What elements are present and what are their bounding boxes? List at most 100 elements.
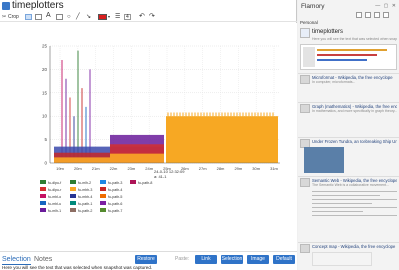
legend-swatch	[40, 194, 46, 198]
tab-personal[interactable]: Personal	[300, 20, 318, 25]
legend-swatch	[100, 180, 106, 184]
data-area	[110, 153, 164, 163]
color-picker-button[interactable]	[98, 14, 107, 20]
chevron-down-icon[interactable]: ▾	[108, 13, 110, 21]
list-item[interactable]: Graph (mathematics) - Wikipedia, the fre…	[300, 104, 397, 134]
snapshot-text-preview	[312, 188, 397, 228]
data-area	[166, 116, 278, 163]
line-style-icon[interactable]: ☰	[115, 13, 120, 21]
legend-swatch	[100, 194, 106, 198]
list-item-title: Under Frozen Tundra, an Icebreaking Ship…	[312, 139, 397, 144]
line-width-select[interactable]: 4	[124, 14, 131, 20]
list-item[interactable]: Semantic Web - Wikipedia, the free encyc…	[300, 178, 397, 230]
legend-label: fu-mlh-2	[78, 181, 91, 185]
legend-label: fu-path-1	[78, 202, 92, 206]
x-tick-label: 23m	[127, 166, 135, 171]
chart-image: 25 20 15 10 5 0 19m 20m 21m 22m 23m 24m 25m 26m 27m 28m…	[0, 23, 297, 253]
list-item[interactable]: timeplotters Here you will see the text …	[300, 28, 397, 72]
default-button[interactable]: Default	[273, 255, 295, 264]
tab-notes[interactable]: Notes	[34, 255, 52, 264]
main-pane: timeplotters ✂ Crop A ○ ╱ ↘ ▾ ☰ 4 ↶ ↷ 25…	[0, 0, 297, 270]
arrow-tool-button[interactable]: ↘	[86, 13, 91, 21]
list-item[interactable]: Under Frozen Tundra, an Icebreaking Ship…	[300, 139, 397, 177]
select-tool-button[interactable]	[25, 14, 32, 20]
legend-label: fu-path-6	[108, 202, 122, 206]
x-tick-label: 31m	[270, 166, 278, 171]
legend-swatch	[70, 187, 76, 191]
y-tick-label: 15	[42, 90, 48, 95]
thumbnail-icon	[300, 244, 310, 253]
list-item-subtitle: In computer, microformats...	[312, 80, 356, 84]
y-tick-label: 25	[42, 44, 48, 49]
y-tick-label: 20	[42, 67, 48, 72]
list-item-subtitle: Here you will see the text that was sele…	[312, 37, 397, 41]
snapshot-image	[312, 252, 372, 266]
window-controls[interactable]: — ▢ ✕	[375, 3, 397, 9]
x-tick-label: 27m	[199, 166, 207, 171]
x-tick-label: 28m	[217, 166, 225, 171]
restore-button[interactable]: Restore	[135, 255, 157, 264]
legend-label: fu-path-7	[108, 209, 122, 213]
paste-label: Paste:	[175, 256, 190, 262]
legend-swatch	[40, 201, 46, 205]
legend-label: fu-path-8	[138, 181, 152, 185]
tab-selection[interactable]: Selection	[2, 255, 31, 265]
rectangle-tool-button[interactable]	[56, 14, 63, 20]
pen-tool-button[interactable]	[35, 14, 42, 20]
thumbnail-icon	[300, 178, 310, 187]
legend-swatch	[70, 201, 76, 205]
crop-button[interactable]: Crop	[8, 13, 19, 21]
panel-tool-icon[interactable]	[365, 12, 371, 18]
panel-tool-icon[interactable]	[356, 12, 362, 18]
list-item[interactable]: Concept map - Wikipedia, the free encycl…	[300, 244, 397, 268]
legend-swatch	[40, 180, 46, 184]
legend-swatch	[100, 201, 106, 205]
legend-swatch	[130, 180, 136, 184]
thumbnail-icon	[300, 104, 310, 113]
app-icon	[2, 2, 10, 10]
undo-icon[interactable]: ↶	[139, 13, 145, 21]
link-button[interactable]: Link	[195, 255, 217, 264]
x-tick-label: 30m	[252, 166, 260, 171]
selection-button[interactable]: Selection	[221, 255, 243, 264]
x-tick-label: 21m	[92, 166, 100, 171]
list-item-subtitle: In mathematics, and more specifically in…	[312, 109, 397, 113]
legend-label: fu-path-4	[108, 188, 122, 192]
x-tick-label: 24m	[145, 166, 153, 171]
thumbnail-icon	[300, 75, 310, 84]
list-item[interactable]: Microformat - Wikipedia, the free encycl…	[300, 75, 397, 95]
chart-annotation: a: 41-1	[154, 174, 167, 179]
crop-icon[interactable]: ✂	[2, 13, 6, 21]
x-tick-label: 19m	[56, 166, 64, 171]
legend-label: fu-mbh-3	[78, 188, 92, 192]
image-button[interactable]: Image	[247, 255, 269, 264]
app-title: timeplotters	[12, 0, 64, 11]
legend-swatch	[70, 208, 76, 212]
ellipse-tool-button[interactable]: ○	[67, 13, 71, 21]
legend-label: fu-path-2	[78, 209, 92, 213]
thumbnail-icon	[300, 28, 310, 38]
chart: 252015105019m 20m 21m 22m 23m 24m 25m 26m 27m 28m…	[0, 23, 297, 253]
y-tick-label: 10	[42, 114, 48, 119]
x-tick-label: 29m	[234, 166, 242, 171]
legend-swatch	[40, 187, 46, 191]
legend-label: fu-mbh-4	[78, 195, 92, 199]
list-item-title: timeplotters	[312, 29, 344, 35]
panel-toolbar	[356, 12, 398, 19]
text-tool-button[interactable]: A	[46, 12, 51, 20]
legend-label: fu-mlh-1	[48, 209, 61, 213]
snapshot-preview	[300, 44, 397, 70]
legend-label: fu-dlpu-r	[48, 188, 62, 192]
redo-icon[interactable]: ↷	[149, 13, 155, 21]
legend-swatch	[100, 187, 106, 191]
selection-note-text: Here you will see the text that was sele…	[2, 265, 153, 270]
flamory-panel: Flamory — ▢ ✕ Personal timeplotters Here…	[298, 0, 399, 270]
x-tick-label: 22m	[110, 166, 118, 171]
panel-tool-icon[interactable]	[383, 12, 389, 18]
list-item-title: Concept map - Wikipedia, the free encycl…	[312, 244, 396, 249]
line-tool-button[interactable]: ╱	[76, 13, 80, 21]
legend-swatch	[70, 194, 76, 198]
snapshot-image	[304, 147, 344, 173]
panel-tool-icon[interactable]	[374, 12, 380, 18]
panel-title: Flamory	[301, 3, 325, 10]
